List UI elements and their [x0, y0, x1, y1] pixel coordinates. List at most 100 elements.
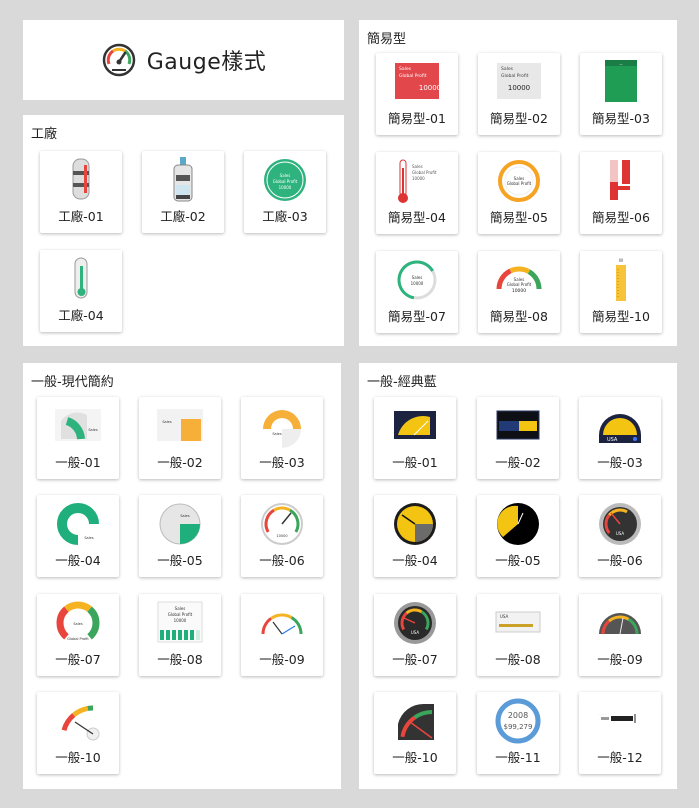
gauge-card-factory-4[interactable]: 工廠-04	[40, 250, 122, 332]
gauge-card-simple-8[interactable]: Sales Global Profit 10000 簡易型-08	[478, 251, 560, 333]
gauge-card-label: 一般-09	[597, 652, 643, 667]
gauge-card-classic-5[interactable]: 一般-05	[477, 495, 559, 577]
svg-text:Sales: Sales	[272, 432, 281, 436]
gauge-card-label: 一般-01	[55, 455, 101, 470]
gauge-card-label: 一般-02	[495, 455, 541, 470]
svg-text:Sales: Sales	[84, 536, 93, 540]
classic-yellow-round-icon	[390, 499, 440, 549]
gauge-card-simple-5[interactable]: Sales Global Profit 簡易型-05	[478, 152, 560, 234]
gauge-card-label: 簡易型-03	[592, 111, 650, 126]
gauge-card-label: 工廠-03	[262, 209, 308, 224]
gauge-card-label: 一般-04	[55, 553, 101, 568]
simple-green-bar-icon: —	[596, 57, 646, 107]
gauge-card-label: 簡易型-05	[490, 210, 548, 225]
svg-text:Sales: Sales	[399, 66, 412, 72]
gauge-card-modern-8[interactable]: Sales Global Profit 10000 一般-08	[139, 594, 221, 676]
gauge-card-classic-8[interactable]: USA 一般-08	[477, 594, 559, 676]
gauge-card-modern-6[interactable]: 10000 一般-06	[241, 495, 323, 577]
modern-green-arc-icon: Sales	[53, 401, 103, 451]
gauge-card-modern-5[interactable]: Sales 一般-05	[139, 495, 221, 577]
svg-text:Sales: Sales	[501, 66, 514, 72]
gauge-card-modern-1[interactable]: Sales 一般-01	[37, 397, 119, 479]
gauge-card-classic-9[interactable]: 一般-09	[579, 594, 661, 676]
gauge-card-label: 簡易型-01	[388, 111, 446, 126]
classic-usa-half-icon: USA	[595, 401, 645, 451]
gauge-card-label: 簡易型-07	[388, 309, 446, 324]
svg-text:Global Profit: Global Profit	[412, 170, 437, 175]
svg-text:10000: 10000	[512, 288, 526, 294]
svg-text:Global Profit: Global Profit	[507, 282, 532, 287]
gauge-card-simple-3[interactable]: — 簡易型-03	[580, 53, 662, 135]
gauge-card-classic-7[interactable]: USA 一般-07	[374, 594, 456, 676]
svg-text:Sales: Sales	[175, 606, 186, 611]
gauge-card-label: 一般-03	[259, 455, 305, 470]
gauge-card-modern-10[interactable]: 一般-10	[37, 692, 119, 774]
gauge-card-modern-2[interactable]: Sales 一般-02	[139, 397, 221, 479]
svg-text:2008: 2008	[508, 711, 528, 720]
classic-bullet-icon: · · · ·	[595, 696, 645, 746]
classic-yellow-panel-icon	[390, 401, 440, 451]
gauge-card-label: 簡易型-06	[592, 210, 650, 225]
gauge-card-modern-3[interactable]: Sales 一般-03	[241, 397, 323, 479]
gauge-card-label: 簡易型-04	[388, 210, 446, 225]
gauge-card-simple-1[interactable]: Sales Global Profit 10000 簡易型-01	[376, 53, 458, 135]
gauge-card-classic-3[interactable]: USA 一般-03	[579, 397, 661, 479]
gauge-card-simple-6[interactable]: 簡易型-06	[580, 152, 662, 234]
gauge-card-label: 一般-04	[392, 553, 438, 568]
gauge-card-factory-3[interactable]: Sales Global Profit 10000 工廠-03	[244, 151, 326, 233]
section-title: 工廠	[31, 127, 58, 142]
simple-green-ring-icon: Sales 10000	[392, 255, 442, 305]
gauge-card-label: 簡易型-10	[592, 309, 650, 324]
svg-text:USA: USA	[500, 614, 509, 619]
classic-blue-ring-icon: 2008 $99,279	[493, 696, 543, 746]
svg-text:Global Profit: Global Profit	[168, 612, 193, 617]
svg-text:Sales: Sales	[88, 428, 97, 432]
modern-tricolor-ring-icon: Sales Global Profit	[53, 598, 103, 648]
gauge-card-factory-2[interactable]: 工廠-02	[142, 151, 224, 233]
factory-circle-icon: Sales Global Profit 10000	[260, 155, 310, 205]
classic-dark-half-icon	[595, 598, 645, 648]
gauge-card-simple-4[interactable]: Sales Global Profit 10000 簡易型-04	[376, 152, 458, 234]
svg-text:10000: 10000	[279, 185, 292, 190]
gauge-card-classic-12[interactable]: · · · · 一般-12	[579, 692, 661, 774]
svg-text:W: W	[619, 258, 624, 264]
gauge-card-label: 一般-07	[55, 652, 101, 667]
simple-thermometer-icon: Sales Global Profit 10000	[392, 156, 442, 206]
section-title: 一般-經典藍	[367, 375, 437, 390]
classic-usa-linear-icon: USA	[493, 598, 543, 648]
modern-orange-half-icon: Sales	[257, 401, 307, 451]
gauge-card-classic-4[interactable]: 一般-04	[374, 495, 456, 577]
gauge-card-simple-9[interactable]: W 簡易型-10	[580, 251, 662, 333]
svg-text:Sales: Sales	[73, 622, 82, 626]
gauge-card-label: 一般-05	[157, 553, 203, 568]
svg-text:—: —	[619, 62, 623, 66]
modern-green-ring-icon: Sales	[53, 499, 103, 549]
gauge-card-label: 工廠-04	[58, 308, 104, 323]
gauge-card-simple-2[interactable]: Sales Global Profit 10000 簡易型-02	[478, 53, 560, 135]
gauge-card-factory-1[interactable]: 工廠-01	[40, 151, 122, 233]
gauge-card-classic-1[interactable]: 一般-01	[374, 397, 456, 479]
gauge-card-classic-10[interactable]: 一般-10	[374, 692, 456, 774]
header-panel: Gauge樣式	[23, 20, 344, 100]
gauge-card-label: 一般-05	[495, 553, 541, 568]
svg-text:Sales: Sales	[162, 420, 171, 424]
gauge-card-classic-11[interactable]: 2008 $99,279 一般-11	[477, 692, 559, 774]
modern-quarter-arc-icon	[53, 696, 103, 746]
svg-text:USA: USA	[616, 531, 625, 536]
svg-text:10000: 10000	[508, 84, 530, 92]
classic-dark-quarter-icon	[390, 696, 440, 746]
gauge-card-classic-2[interactable]: 一般-02	[477, 397, 559, 479]
gauge-card-label: 工廠-02	[160, 209, 206, 224]
svg-text:Sales: Sales	[180, 514, 189, 518]
gauge-card-label: 工廠-01	[58, 209, 104, 224]
gauge-card-classic-6[interactable]: USA 一般-06	[579, 495, 661, 577]
gauge-card-simple-7[interactable]: Sales 10000 簡易型-07	[376, 251, 458, 333]
factory-tank-icon	[56, 155, 106, 205]
gauge-card-modern-7[interactable]: Sales Global Profit 一般-07	[37, 594, 119, 676]
gauge-card-label: 一般-10	[55, 750, 101, 765]
gauge-card-label: 一般-08	[157, 652, 203, 667]
gauge-card-modern-9[interactable]: 一般-09	[241, 594, 323, 676]
gauge-card-label: 簡易型-02	[490, 111, 548, 126]
gauge-card-label: 一般-06	[259, 553, 305, 568]
gauge-card-modern-4[interactable]: Sales 一般-04	[37, 495, 119, 577]
